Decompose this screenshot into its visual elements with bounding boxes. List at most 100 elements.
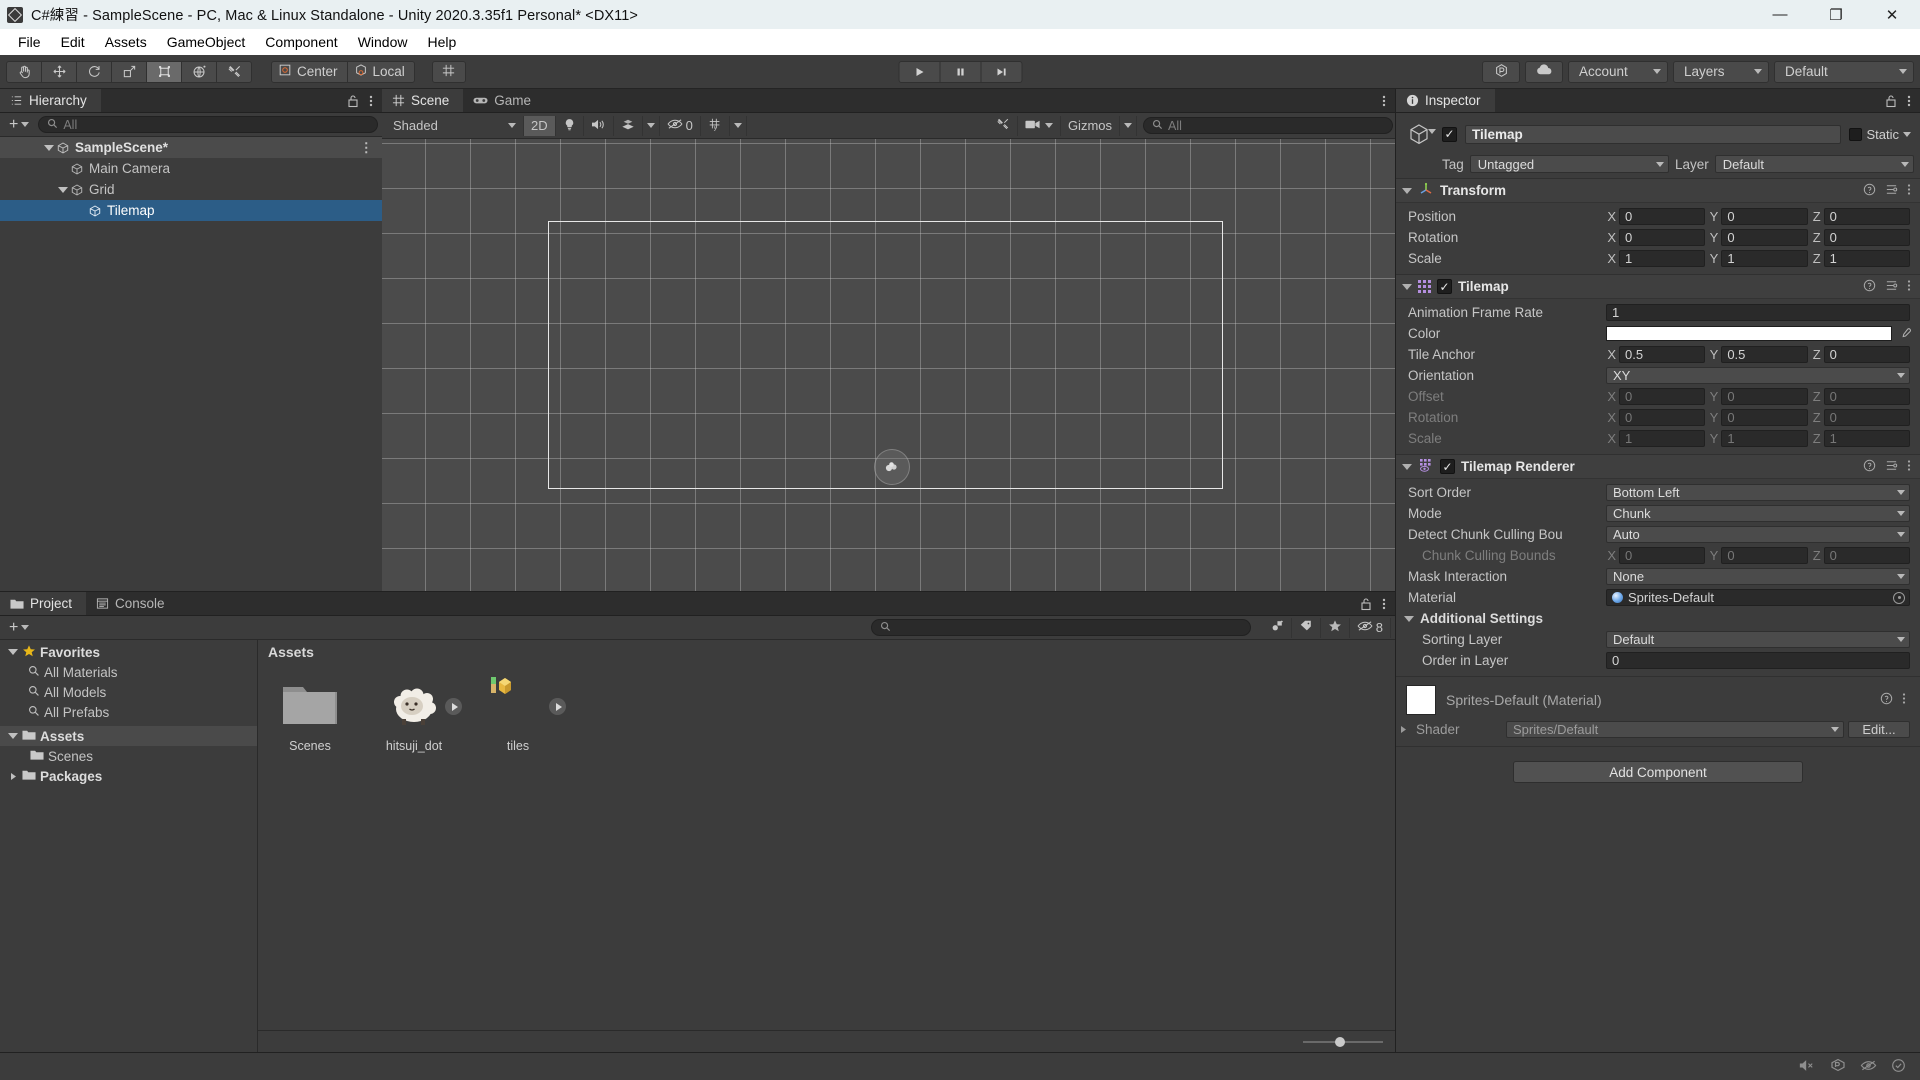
menu-gameobject[interactable]: GameObject [157,29,256,55]
scene-grid-visibility-button[interactable]: y [701,116,730,136]
fold-arrow-icon[interactable] [1402,464,1412,470]
project-tree-packages[interactable]: Packages [0,766,257,786]
close-button[interactable]: ✕ [1864,0,1920,29]
project-hidden-count-button[interactable]: 8 [1350,618,1391,638]
help-icon[interactable] [1863,459,1876,475]
layout-dropdown[interactable]: Default [1774,61,1914,83]
custom-tool-button[interactable] [216,61,252,83]
menu-window[interactable]: Window [348,29,418,55]
expand-arrow-icon[interactable] [8,649,18,655]
scene-fx-dropdown[interactable] [643,116,660,136]
fold-arrow-icon[interactable] [1402,188,1412,194]
rotation-z-field[interactable]: 0 [1824,229,1910,246]
mute-audio-icon[interactable] [1799,1059,1816,1075]
scale-x-field[interactable]: 1 [1619,250,1705,267]
position-x-field[interactable]: 0 [1619,208,1705,225]
layers-dropdown[interactable]: Layers [1673,61,1769,83]
minimize-button[interactable]: — [1752,0,1808,29]
rotation-y-field[interactable]: 0 [1721,229,1807,246]
chevron-down-icon[interactable] [1903,132,1911,137]
toggle-2d-button[interactable]: 2D [524,116,556,136]
rotation-x-field[interactable]: 0 [1619,229,1705,246]
shader-edit-button[interactable]: Edit... [1848,721,1910,738]
filter-by-label-button[interactable] [1292,618,1321,638]
gizmos-dropdown[interactable] [1120,116,1137,136]
detect-chunk-culling-dropdown[interactable]: Auto [1606,526,1910,543]
project-tree-assets[interactable]: Assets [0,726,257,746]
tile-anchor-z-field[interactable]: 0 [1824,346,1910,363]
gizmos-button[interactable]: Gizmos [1061,116,1120,136]
transform-tool-button[interactable] [181,61,217,83]
asset-expand-button[interactable] [549,698,566,715]
project-add-button[interactable]: + [4,620,34,636]
component-menu-icon[interactable] [1902,692,1906,708]
favorites-filter-button[interactable] [1321,618,1350,638]
hierarchy-search-input[interactable]: All [38,116,378,133]
panel-menu-icon[interactable] [369,94,373,108]
layer-dropdown[interactable]: Default [1715,155,1914,173]
scene-audio-button[interactable] [584,116,614,136]
rotate-tool-button[interactable] [76,61,112,83]
position-y-field[interactable]: 0 [1721,208,1807,225]
order-in-layer-field[interactable]: 0 [1606,652,1910,669]
thumbnail-size-slider[interactable] [1303,1041,1383,1043]
project-tree-scenes[interactable]: Scenes [0,746,257,766]
collapse-arrow-icon[interactable] [8,772,18,781]
gameobject-name-field[interactable]: Tilemap [1465,125,1841,144]
panel-menu-icon[interactable] [1382,94,1386,108]
tile-anchor-x-field[interactable]: 0.5 [1619,346,1705,363]
expand-arrow-icon[interactable] [56,187,70,193]
gameobject-active-checkbox[interactable]: ✓ [1442,127,1457,142]
draw-mode-dropdown[interactable]: Shaded [384,116,524,136]
tab-game[interactable]: Game [463,89,545,112]
shader-dropdown[interactable]: Sprites/Default [1506,721,1844,738]
asset-item-tiles[interactable]: tiles [482,676,554,753]
project-tree-all-materials[interactable]: All Materials [0,662,257,682]
object-picker-icon[interactable] [1893,592,1905,604]
chevron-down-icon[interactable] [1428,134,1436,150]
help-icon[interactable] [1863,279,1876,295]
lock-icon[interactable] [1885,94,1897,108]
hierarchy-item-tilemap[interactable]: Tilemap [0,200,382,221]
play-button[interactable] [899,61,941,83]
mode-dropdown[interactable]: Chunk [1606,505,1910,522]
slider-knob[interactable] [1335,1037,1345,1047]
tilemap-renderer-enabled-checkbox[interactable]: ✓ [1440,459,1455,474]
animation-frame-rate-field[interactable]: 1 [1606,304,1910,321]
scale-y-field[interactable]: 1 [1721,250,1807,267]
tag-dropdown[interactable]: Untagged [1470,155,1669,173]
fold-arrow-icon[interactable] [1402,284,1412,290]
hierarchy-item-main-camera[interactable]: Main Camera [0,158,382,179]
fold-arrow-icon[interactable] [1404,616,1414,622]
tab-scene[interactable]: Scene [382,89,463,112]
project-search-input[interactable] [871,619,1251,636]
scene-component-tools-button[interactable] [989,116,1018,136]
step-button[interactable] [981,61,1023,83]
static-checkbox[interactable] [1849,128,1862,141]
grid-snapping-button[interactable] [432,61,466,83]
preset-icon[interactable] [1885,459,1898,475]
tilemap-renderer-header[interactable]: ✓ Tilemap Renderer [1396,455,1920,479]
expand-arrow-icon[interactable] [8,733,18,739]
pivot-mode-button[interactable]: Center [271,61,348,83]
scale-tool-button[interactable] [111,61,147,83]
position-z-field[interactable]: 0 [1824,208,1910,225]
help-icon[interactable] [1863,183,1876,199]
lock-icon[interactable] [347,94,359,108]
cloud-button[interactable] [1525,61,1563,83]
hand-tool-button[interactable] [6,61,42,83]
static-toggle[interactable]: Static [1849,127,1914,142]
menu-component[interactable]: Component [255,29,347,55]
rect-tool-button[interactable] [146,61,182,83]
tab-project[interactable]: Project [0,592,86,615]
api-updater-icon[interactable] [1891,1058,1906,1076]
no-errors-icon[interactable] [1860,1059,1877,1075]
asset-expand-button[interactable] [445,698,462,715]
asset-item-hitsuji-dot[interactable]: hitsuji_dot [378,676,450,753]
scene-camera-button[interactable] [1018,116,1061,136]
account-dropdown[interactable]: Account [1568,61,1668,83]
scene-lighting-button[interactable] [556,116,584,136]
color-swatch-field[interactable] [1606,326,1892,341]
component-menu-icon[interactable] [1907,459,1911,475]
shader-fold-icon[interactable] [1396,725,1410,734]
